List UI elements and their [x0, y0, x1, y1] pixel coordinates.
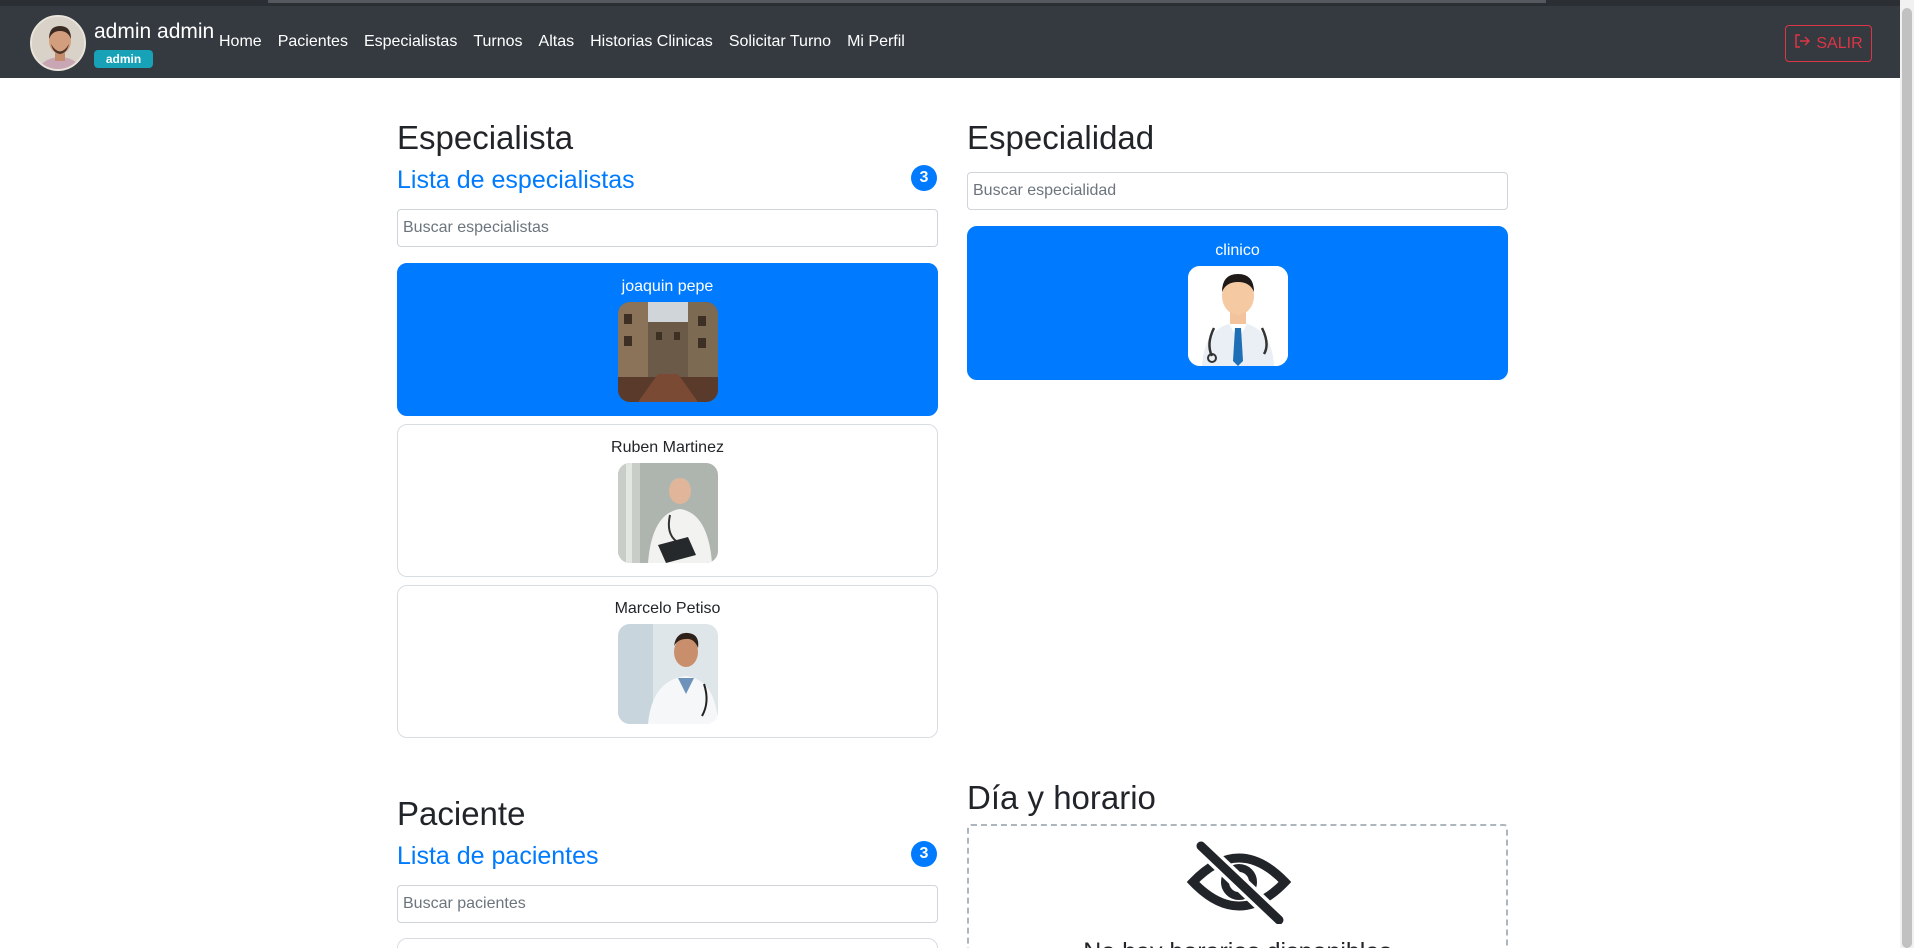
nav-link-altas[interactable]: Altas [539, 33, 575, 51]
nav-links: Home Pacientes Especialistas Turnos Alta… [219, 33, 921, 51]
schedule-empty-message: No hay horarios disponibles [969, 938, 1506, 948]
specialist-count-badge: 3 [911, 165, 937, 191]
specialist-photo [617, 463, 718, 563]
specialist-card-name: Ruben Martinez [611, 439, 724, 456]
specialty-section-title: Especialidad [967, 119, 1155, 156]
scrollbar-thumb[interactable] [1902, 8, 1912, 948]
specialist-photo [617, 624, 718, 724]
role-badge: admin [94, 50, 153, 68]
specialist-card-ruben-martinez[interactable]: Ruben Martinez [397, 424, 938, 577]
schedule-empty-box: No hay horarios disponibles [967, 824, 1508, 948]
sign-out-icon [1794, 34, 1811, 53]
specialist-card-joaquin-pepe[interactable]: joaquin pepe [397, 263, 938, 416]
eye-slash-icon [1186, 840, 1292, 929]
logout-button[interactable]: SALIR [1785, 25, 1872, 62]
patient-count-badge: 3 [911, 841, 937, 867]
specialty-search-input[interactable] [967, 172, 1508, 210]
nav-link-turnos[interactable]: Turnos [473, 33, 522, 51]
nav-link-home[interactable]: Home [219, 33, 262, 51]
patient-list-title: Lista de pacientes [397, 842, 599, 870]
patient-card[interactable] [397, 938, 938, 948]
nav-link-mi-perfil[interactable]: Mi Perfil [847, 33, 905, 51]
specialty-photo [1187, 266, 1288, 366]
specialist-search-input[interactable] [397, 209, 938, 247]
user-name: admin admin [94, 20, 215, 43]
nav-link-especialistas[interactable]: Especialistas [364, 33, 457, 51]
schedule-section-title: Día y horario [967, 779, 1156, 816]
specialist-list-title: Lista de especialistas [397, 166, 635, 194]
patient-search-input[interactable] [397, 885, 938, 923]
specialist-section-title: Especialista [397, 119, 574, 156]
page-scrollbar[interactable] [1900, 0, 1914, 948]
nav-link-solicitar-turno[interactable]: Solicitar Turno [729, 33, 831, 51]
logout-label: SALIR [1816, 34, 1863, 52]
browser-tab-bar [268, 0, 1546, 3]
specialty-card-clinico[interactable]: clinico [967, 226, 1508, 380]
specialist-card-marcelo-petiso[interactable]: Marcelo Petiso [397, 585, 938, 738]
specialty-card-name: clinico [1215, 242, 1260, 259]
user-avatar[interactable] [30, 15, 86, 71]
specialist-card-name: Marcelo Petiso [614, 600, 721, 617]
specialist-card-name: joaquin pepe [621, 278, 714, 295]
nav-link-historias-clinicas[interactable]: Historias Clinicas [590, 33, 713, 51]
specialist-photo [617, 302, 718, 402]
main-navbar: admin admin admin Home Pacientes Especia… [0, 6, 1900, 78]
patient-section-title: Paciente [397, 795, 526, 832]
nav-link-pacientes[interactable]: Pacientes [278, 33, 348, 51]
